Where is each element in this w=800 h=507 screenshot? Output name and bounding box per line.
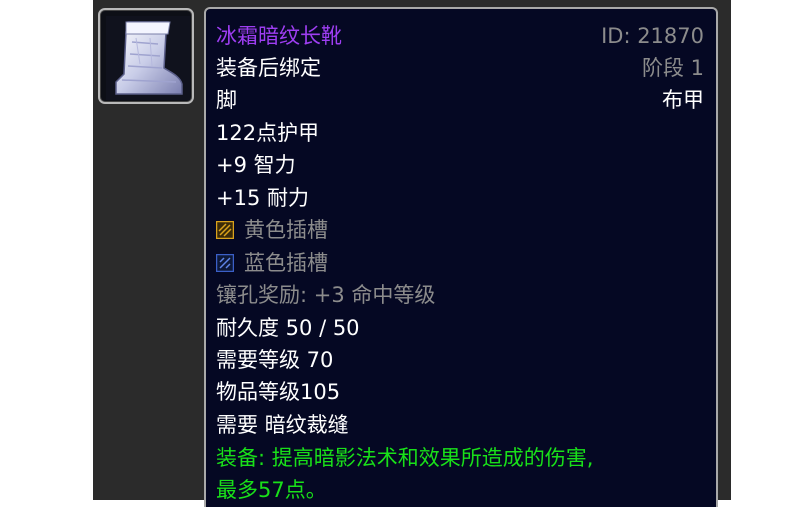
item-armor: 122点护甲 <box>216 121 320 145</box>
item-name: 冰霜暗纹长靴 <box>216 24 342 48</box>
item-stat-intellect: +9 智力 <box>216 153 296 177</box>
item-stat-stamina: +15 耐力 <box>216 186 309 210</box>
socket-row-blue: 蓝色插槽 <box>216 250 328 276</box>
item-icon-slot[interactable] <box>98 8 194 104</box>
equip-effect-line-2: 最多57点。 <box>216 478 327 502</box>
required-level: 需要等级 70 <box>216 348 334 372</box>
item-binding: 装备后绑定 <box>216 56 321 80</box>
blue-socket-icon <box>216 254 234 272</box>
item-durability: 耐久度 50 / 50 <box>216 316 360 340</box>
required-skill: 需要 暗纹裁缝 <box>216 413 349 437</box>
item-tooltip: 冰霜暗纹长靴 ID: 21870 装备后绑定 阶段 1 脚 布甲 122点护甲 … <box>204 7 718 507</box>
boots-icon <box>106 16 190 100</box>
item-id: ID: 21870 <box>601 24 704 48</box>
item-level: 物品等级105 <box>216 380 341 404</box>
item-armor-type: 布甲 <box>662 88 704 112</box>
item-phase: 阶段 1 <box>641 56 704 80</box>
equip-effect-line-1: 装备: 提高暗影法术和效果所造成的伤害, <box>216 446 594 470</box>
socket-label-yellow: 黄色插槽 <box>244 218 328 242</box>
socket-row-yellow: 黄色插槽 <box>216 217 328 243</box>
yellow-socket-icon <box>216 221 234 239</box>
item-slot: 脚 <box>216 88 237 112</box>
socket-bonus: 镶孔奖励: +3 命中等级 <box>216 283 436 307</box>
socket-label-blue: 蓝色插槽 <box>244 251 328 275</box>
